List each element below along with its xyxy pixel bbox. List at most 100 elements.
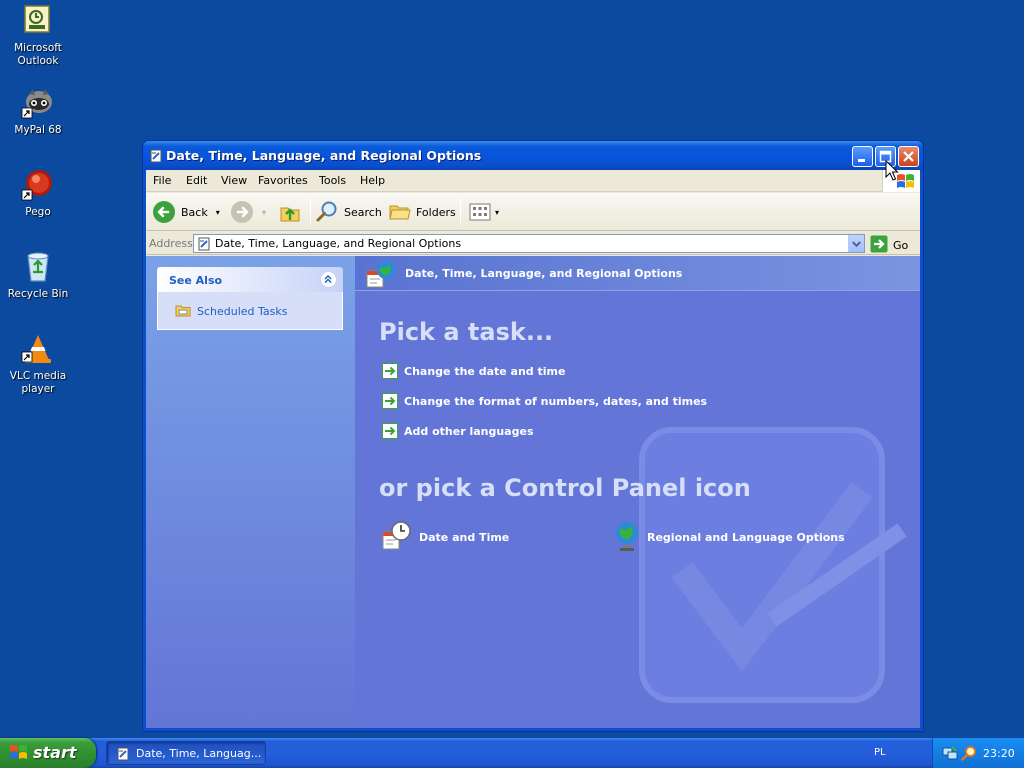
folders-icon [388,200,412,224]
task-arrow-icon [382,393,398,409]
desktop-icon-label: player [21,383,55,395]
taskbar: start Date, Time, Languag... PL 23:20 [0,738,1024,768]
menu-view[interactable]: View [221,174,247,187]
pick-task-heading: Pick a task... [379,318,554,346]
menu-help[interactable]: Help [360,174,385,187]
start-button[interactable]: start [0,738,96,768]
desktop-icon-pego[interactable]: Pego [0,168,76,219]
pick-icon-heading: or pick a Control Panel icon [379,474,751,502]
taskbar-window-label: Date, Time, Languag... [136,747,262,760]
folders-button[interactable]: Folders [388,199,456,225]
desktop-icon-label: MyPal 68 [14,124,62,136]
menu-edit[interactable]: Edit [186,174,207,187]
minimize-button[interactable] [852,146,873,167]
see-also-body: Scheduled Tasks [157,292,343,330]
desktop-icon-label: Outlook [17,55,59,67]
start-label: start [33,743,77,762]
cp-regional-language[interactable]: Regional and Language Options [607,520,845,555]
back-dropdown-icon[interactable]: ▾ [216,208,220,217]
desktop-icon-outlook[interactable]: Microsoft Outlook [0,4,76,68]
taskbar-window-button[interactable]: Date, Time, Languag... [106,741,266,765]
task-change-format[interactable]: Change the format of numbers, dates, and… [376,393,707,409]
task-label: Change the date and time [404,364,566,378]
control-panel-icon [115,746,131,762]
search-label: Search [344,205,382,219]
window-title: Date, Time, Language, and Regional Optio… [166,148,482,163]
scheduled-tasks-icon [175,302,191,321]
task-label: Change the format of numbers, dates, and… [404,394,708,408]
system-tray: 23:20 [932,738,1024,768]
date-time-language-icon [365,259,399,289]
task-change-date-time[interactable]: Change the date and time [376,363,565,379]
mypal-icon [21,86,55,120]
desktop-icon-label: Recycle Bin [7,288,69,300]
network-icon[interactable] [942,745,958,764]
cp-icon-label: Date and Time [419,531,510,544]
see-also-header[interactable]: See Also [157,267,343,292]
views-button[interactable]: ▾ [468,199,499,225]
standard-toolbar: Back ▾ ▾ Search Folders ▾ [146,193,920,231]
see-also-panel: See Also Scheduled Tasks [157,267,343,330]
mouse-cursor-icon [885,159,899,182]
menu-bar: File Edit View Favorites Tools Help [146,170,920,192]
views-icon [468,200,492,224]
globe-icon [613,520,641,555]
back-label: Back [181,205,208,219]
go-arrow-icon [870,235,888,256]
windows-logo-icon [9,744,29,762]
desktop-icon-label: Pego [25,206,51,218]
task-arrow-icon [382,423,398,439]
cp-date-and-time[interactable]: Date and Time [375,520,509,555]
see-also-scheduled-tasks[interactable]: Scheduled Tasks [169,302,288,321]
go-label: Go [893,239,909,252]
search-icon[interactable] [961,745,977,764]
forward-arrow-icon [230,200,254,224]
forward-dropdown-icon: ▾ [262,207,267,217]
menu-file[interactable]: File [153,174,171,187]
task-pane: See Also Scheduled Tasks [146,256,355,728]
forward-button[interactable]: ▾ [230,199,266,225]
task-arrow-icon [382,363,398,379]
search-button[interactable]: Search [315,199,382,225]
cp-icon-label: Regional and Language Options [647,531,845,544]
watermark-checkmark-icon [639,427,907,703]
task-label: Add other languages [404,424,534,438]
clock: 23:20 [983,747,1015,760]
category-title: Date, Time, Language, and Regional Optio… [405,267,683,280]
address-bar: Address Date, Time, Language, and Region… [146,232,920,255]
see-also-item-label: Scheduled Tasks [197,305,288,318]
desktop-icon-mypal[interactable]: MyPal 68 [0,86,76,137]
go-button[interactable]: Go [870,235,908,256]
search-icon [315,200,339,224]
toolbar-separator [310,199,311,225]
desktop-icon-vlc[interactable]: VLC media player [0,332,76,396]
desktop-icon-label: VLC media [9,370,67,382]
content-area: See Also Scheduled Tasks Date, Time, Lan… [146,256,920,728]
see-also-title: See Also [169,274,223,287]
desktop-icon-label: Microsoft [14,42,62,54]
control-panel-icon[interactable] [148,148,164,164]
up-folder-button[interactable] [278,199,302,225]
collapse-chevron-icon[interactable] [320,271,337,288]
task-add-languages[interactable]: Add other languages [376,423,534,439]
control-panel-icon [196,236,212,252]
window-body: File Edit View Favorites Tools Help Back… [146,170,920,728]
pego-icon [21,168,55,202]
menu-tools[interactable]: Tools [319,174,346,187]
address-input[interactable]: Date, Time, Language, and Regional Optio… [193,234,865,253]
views-dropdown-icon: ▾ [495,207,500,217]
desktop-icon-recycle-bin[interactable]: Recycle Bin [0,250,76,301]
vlc-icon [21,332,55,366]
menu-favorites[interactable]: Favorites [258,174,308,187]
toolbar-separator [460,199,461,225]
title-bar[interactable]: Date, Time, Language, and Regional Optio… [143,141,923,170]
back-arrow-icon [152,200,176,224]
language-indicator[interactable]: PL [874,747,886,758]
back-button[interactable]: Back ▾ [152,199,220,225]
address-dropdown-button[interactable] [848,235,864,252]
address-value: Date, Time, Language, and Regional Optio… [215,237,462,250]
close-button[interactable] [898,146,919,167]
recycle-bin-icon [21,250,55,284]
category-header: Date, Time, Language, and Regional Optio… [355,256,920,291]
outlook-icon [21,4,55,38]
